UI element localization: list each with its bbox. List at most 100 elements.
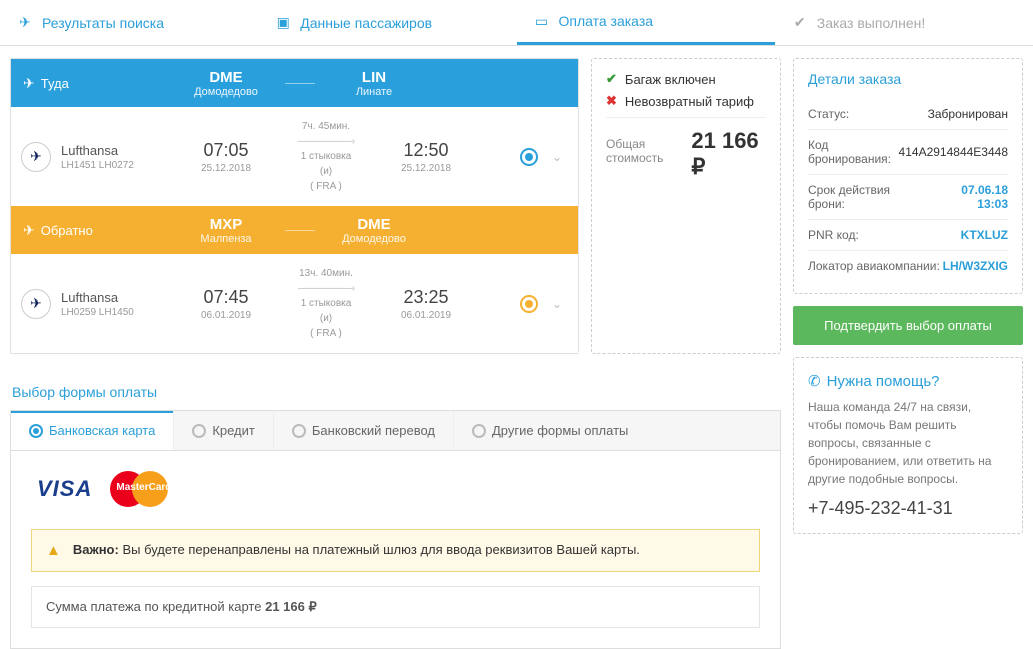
airport-code: MXP — [171, 216, 281, 233]
time: 07:05 — [181, 140, 271, 161]
pnr-key: PNR код: — [808, 228, 859, 242]
tab-label: Банковская карта — [49, 423, 155, 438]
duration-block: 7ч. 45мин. ――――――› 1 стыковка (и) ( FRA … — [271, 119, 381, 194]
airline-name: Lufthansa — [61, 290, 134, 305]
id-card-icon: ▣ — [274, 14, 292, 32]
duration-block: 13ч. 40мин. ――――――› 1 стыковка (и) ( FRA… — [271, 266, 381, 341]
step-label: Заказ выполнен! — [817, 15, 925, 31]
alert-text: Вы будете перенаправлены на платежный шл… — [122, 542, 639, 557]
airport-code: DME — [319, 216, 429, 233]
help-phone[interactable]: +7-495-232-41-31 — [808, 498, 1008, 519]
airport-code: LIN — [319, 69, 429, 86]
stops: 1 стыковка — [271, 149, 381, 164]
status-value: Забронирован — [928, 107, 1008, 121]
from-airport: MXP Малпенза — [171, 216, 281, 245]
departure: 07:05 25.12.2018 — [181, 140, 271, 174]
baggage-included: Багаж включен — [625, 72, 716, 87]
credit-card-icon: ▭ — [533, 12, 551, 30]
payment-tabs: Банковская карта Кредит Банковский перев… — [10, 410, 781, 450]
return-header: ✈ Обратно MXP Малпенза DME Домодедово — [11, 206, 578, 254]
arrival: 23:25 06.01.2019 — [381, 287, 471, 321]
to-airport: LIN Линате — [319, 69, 429, 98]
step-payment[interactable]: ▭ Оплата заказа — [517, 0, 775, 45]
payment-tab-body: VISA MasterCard ▲ Важно: Вы будете перен… — [10, 450, 781, 649]
visa-icon: VISA — [37, 476, 92, 502]
time: 07:45 — [181, 287, 271, 308]
expiry-key: Срок действия брони: — [808, 183, 928, 211]
non-refundable: Невозвратный тариф — [625, 94, 754, 109]
step-label: Оплата заказа — [559, 13, 654, 29]
booking-code-value: 414A2914844E3448 — [899, 145, 1008, 159]
price-summary: ✔ Багаж включен ✖ Невозвратный тариф Общая… — [591, 58, 781, 354]
tab-other[interactable]: Другие формы оплаты — [454, 411, 780, 450]
tab-label: Кредит — [212, 423, 255, 438]
payment-amount-row: Сумма платежа по кредитной карте 21 166 … — [31, 586, 760, 628]
tab-label: Другие формы оплаты — [492, 423, 628, 438]
tab-credit[interactable]: Кредит — [174, 411, 274, 450]
currency: ₽ — [691, 154, 705, 179]
total-label: Общая стоимость — [606, 137, 691, 165]
arrival: 12:50 25.12.2018 — [381, 140, 471, 174]
alert-strong: Важно: — [73, 542, 119, 557]
step-label: Данные пассажиров — [300, 15, 432, 31]
outbound-header: ✈ Туда DME Домодедово LIN Линате — [11, 59, 578, 107]
tab-card[interactable]: Банковская карта — [11, 411, 174, 450]
airport-name: Малпенза — [171, 233, 281, 245]
pnr-value: KTXLUZ — [961, 228, 1008, 242]
select-return-radio[interactable] — [520, 295, 538, 313]
plane-icon: ✈ — [16, 14, 34, 32]
date: 06.01.2019 — [381, 310, 471, 321]
tab-bank-transfer[interactable]: Банковский перевод — [274, 411, 454, 450]
booking-code-key: Код бронирования: — [808, 138, 899, 166]
order-details: Детали заказа Статус:Забронирован Код бр… — [793, 58, 1023, 294]
cross-icon: ✖ — [606, 93, 617, 109]
select-outbound-radio[interactable] — [520, 148, 538, 166]
payment-form-title: Выбор формы оплаты — [12, 384, 781, 400]
stops: 1 стыковка — [271, 296, 381, 311]
outbound-details[interactable]: ✈ Lufthansa LH1451 LH0272 07:05 25.12.20… — [11, 107, 578, 206]
help-text: Наша команда 24/7 на связи, чтобы помочь… — [808, 398, 1008, 488]
airport-code: DME — [171, 69, 281, 86]
step-done: ✔ Заказ выполнен! — [775, 0, 1033, 45]
from-airport: DME Домодедово — [171, 69, 281, 98]
departure: 07:45 06.01.2019 — [181, 287, 271, 321]
help-box: ✆Нужна помощь? Наша команда 24/7 на связ… — [793, 357, 1023, 534]
airline-logo-icon: ✈ — [21, 142, 51, 172]
step-search[interactable]: ✈ Результаты поиска — [0, 0, 258, 45]
pay-label: Сумма платежа по кредитной карте — [46, 599, 261, 614]
plane-icon: ✈ — [23, 75, 35, 92]
locator-value: LH/W3ZXIG — [943, 259, 1008, 273]
to-airport: DME Домодедово — [319, 216, 429, 245]
progress-steps: ✈ Результаты поиска ▣ Данные пассажиров … — [0, 0, 1033, 46]
check-icon: ✔ — [606, 71, 617, 87]
total-amount: 21 166 — [691, 128, 758, 153]
redirect-warning: ▲ Важно: Вы будете перенаправлены на пла… — [31, 529, 760, 572]
chevron-down-icon[interactable]: ⌄ — [552, 150, 562, 164]
time: 12:50 — [381, 140, 471, 161]
step-passengers[interactable]: ▣ Данные пассажиров — [258, 0, 516, 45]
airport-name: Домодедово — [319, 233, 429, 245]
via: ( FRA ) — [271, 326, 381, 341]
help-title: Нужна помощь? — [827, 373, 940, 390]
time: 23:25 — [381, 287, 471, 308]
via: ( FRA ) — [271, 179, 381, 194]
airport-name: Домодедово — [171, 86, 281, 98]
airline-name: Lufthansa — [61, 143, 134, 158]
plane-icon: ✈ — [23, 222, 35, 239]
return-details[interactable]: ✈ Lufthansa LH0259 LH1450 07:45 06.01.20… — [11, 254, 578, 353]
direction-label: Туда — [41, 76, 69, 91]
tab-label: Банковский перевод — [312, 423, 435, 438]
airline-logo-icon: ✈ — [21, 289, 51, 319]
warning-icon: ▲ — [46, 542, 61, 559]
direction-label: Обратно — [41, 223, 93, 238]
airport-name: Линате — [319, 86, 429, 98]
arrow-icon: ――――――› — [271, 281, 381, 296]
confirm-payment-button[interactable]: Подтвердить выбор оплаты — [793, 306, 1023, 345]
flight-numbers: LH0259 LH1450 — [61, 307, 134, 318]
date: 06.01.2019 — [181, 310, 271, 321]
date: 25.12.2018 — [181, 163, 271, 174]
chevron-down-icon[interactable]: ⌄ — [552, 297, 562, 311]
flight-numbers: LH1451 LH0272 — [61, 160, 134, 171]
date: 25.12.2018 — [381, 163, 471, 174]
itinerary: ✈ Туда DME Домодедово LIN Линате ✈ — [10, 58, 579, 354]
